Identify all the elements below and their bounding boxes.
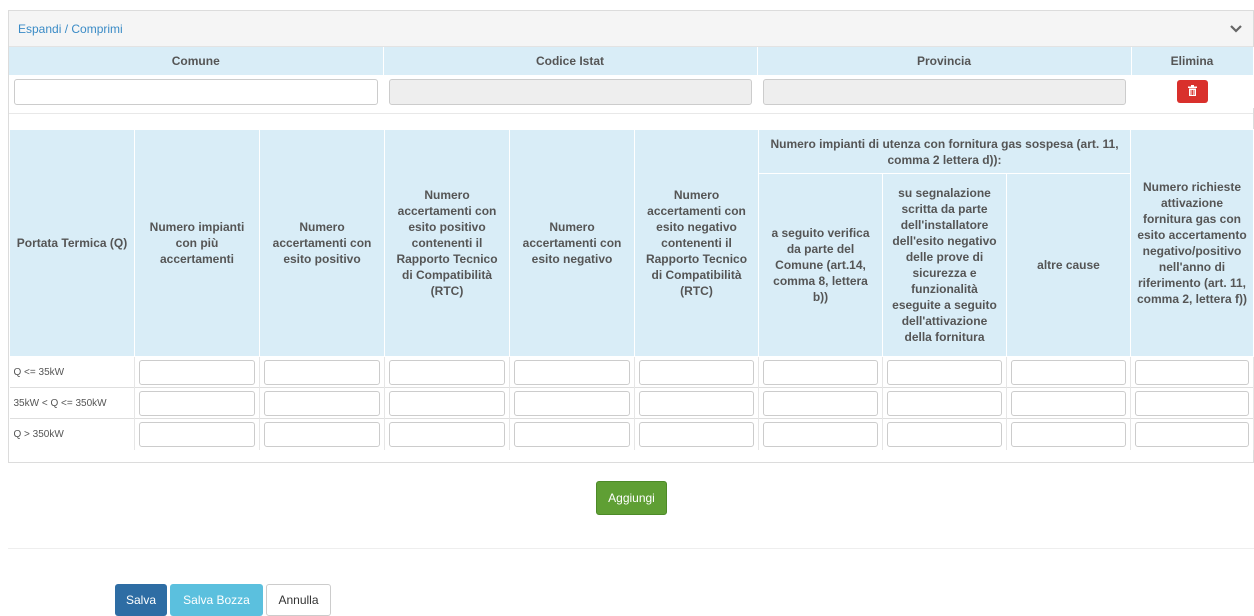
acc-positivo-rtc-input[interactable] — [389, 390, 505, 416]
form-panel: Espandi / Comprimi Comune Codice Istat P… — [8, 10, 1254, 463]
sospesa-altre-input[interactable] — [1011, 421, 1127, 447]
richieste-input[interactable] — [1135, 390, 1250, 416]
impianti-piu-input[interactable] — [139, 390, 255, 416]
header-sospesa-altre: altre cause — [1005, 173, 1132, 357]
header-acc-positivo-rtc: Numero accertamenti con esito positivo c… — [384, 129, 510, 357]
sospesa-altre-input[interactable] — [1011, 359, 1127, 385]
header-sospesa-segnalazione: su segnalazione scritta da parte dell'in… — [882, 173, 1007, 357]
sospesa-segnalazione-input[interactable] — [887, 359, 1002, 385]
header-acc-negativo: Numero accertamenti con esito negativo — [509, 129, 635, 357]
sospesa-segnalazione-input[interactable] — [887, 421, 1002, 447]
header-elimina: Elimina — [1131, 47, 1254, 75]
impianti-piu-input[interactable] — [139, 421, 255, 447]
acc-negativo-input[interactable] — [514, 390, 630, 416]
sospesa-altre-input[interactable] — [1011, 390, 1127, 416]
header-portata: Portata Termica (Q) — [9, 129, 135, 357]
table-row: Q > 350kW — [9, 418, 1254, 450]
expand-collapse-link[interactable]: Espandi / Comprimi — [18, 22, 123, 36]
acc-negativo-rtc-input[interactable] — [639, 359, 754, 385]
panel-header: Espandi / Comprimi — [9, 11, 1253, 47]
header-richieste: Numero richieste attivazione fornitura g… — [1130, 129, 1254, 357]
sospesa-segnalazione-input[interactable] — [887, 390, 1002, 416]
richieste-input[interactable] — [1135, 421, 1250, 447]
acc-negativo-input[interactable] — [514, 359, 630, 385]
header-sospesa-group: Numero impianti di utenza con fornitura … — [757, 129, 1132, 174]
chevron-down-icon[interactable] — [1229, 22, 1243, 36]
codice-istat-field — [388, 78, 752, 105]
annulla-button[interactable]: Annulla — [266, 584, 331, 616]
sospesa-verifica-input[interactable] — [763, 421, 878, 447]
delete-button[interactable] — [1176, 80, 1208, 103]
provincia-field — [762, 78, 1126, 105]
header-comune: Comune — [9, 47, 384, 75]
aggiungi-button[interactable]: Aggiungi — [596, 481, 667, 515]
acc-positivo-rtc-input[interactable] — [389, 421, 505, 447]
sospesa-verifica-input[interactable] — [763, 359, 878, 385]
table-row: 35kW < Q <= 350kW — [9, 387, 1254, 419]
comune-table: Comune Codice Istat Provincia Elimina — [9, 47, 1254, 108]
trash-icon — [1187, 83, 1197, 101]
acc-positivo-input[interactable] — [264, 390, 380, 416]
acc-negativo-input[interactable] — [514, 421, 630, 447]
acc-positivo-input[interactable] — [264, 421, 380, 447]
acc-positivo-input[interactable] — [264, 359, 380, 385]
acc-negativo-rtc-input[interactable] — [639, 390, 754, 416]
acc-negativo-rtc-input[interactable] — [639, 421, 754, 447]
comune-input[interactable] — [14, 78, 378, 105]
row-label: Q <= 35kW — [9, 356, 135, 388]
sospesa-verifica-input[interactable] — [763, 390, 878, 416]
richieste-input[interactable] — [1135, 359, 1250, 385]
row-label: Q > 350kW — [9, 418, 135, 450]
header-acc-positivo: Numero accertamenti con esito positivo — [259, 129, 385, 357]
header-impianti-piu: Numero impianti con più accertamenti — [134, 129, 260, 357]
header-provincia: Provincia — [757, 47, 1132, 75]
salva-button[interactable]: Salva — [115, 584, 167, 616]
header-codice-istat: Codice Istat — [383, 47, 758, 75]
table-row: Q <= 35kW — [9, 356, 1254, 388]
salva-bozza-button[interactable]: Salva Bozza — [170, 584, 263, 616]
accertamenti-table: Portata Termica (Q) Numero impianti con … — [9, 129, 1254, 450]
footer-divider — [8, 548, 1254, 549]
header-acc-negativo-rtc: Numero accertamenti con esito negativo c… — [634, 129, 759, 357]
section-divider — [9, 113, 1253, 129]
impianti-piu-input[interactable] — [139, 359, 255, 385]
header-sospesa-verifica: a seguito verifica da parte del Comune (… — [758, 173, 883, 357]
acc-positivo-rtc-input[interactable] — [389, 359, 505, 385]
row-label: 35kW < Q <= 350kW — [9, 387, 135, 419]
